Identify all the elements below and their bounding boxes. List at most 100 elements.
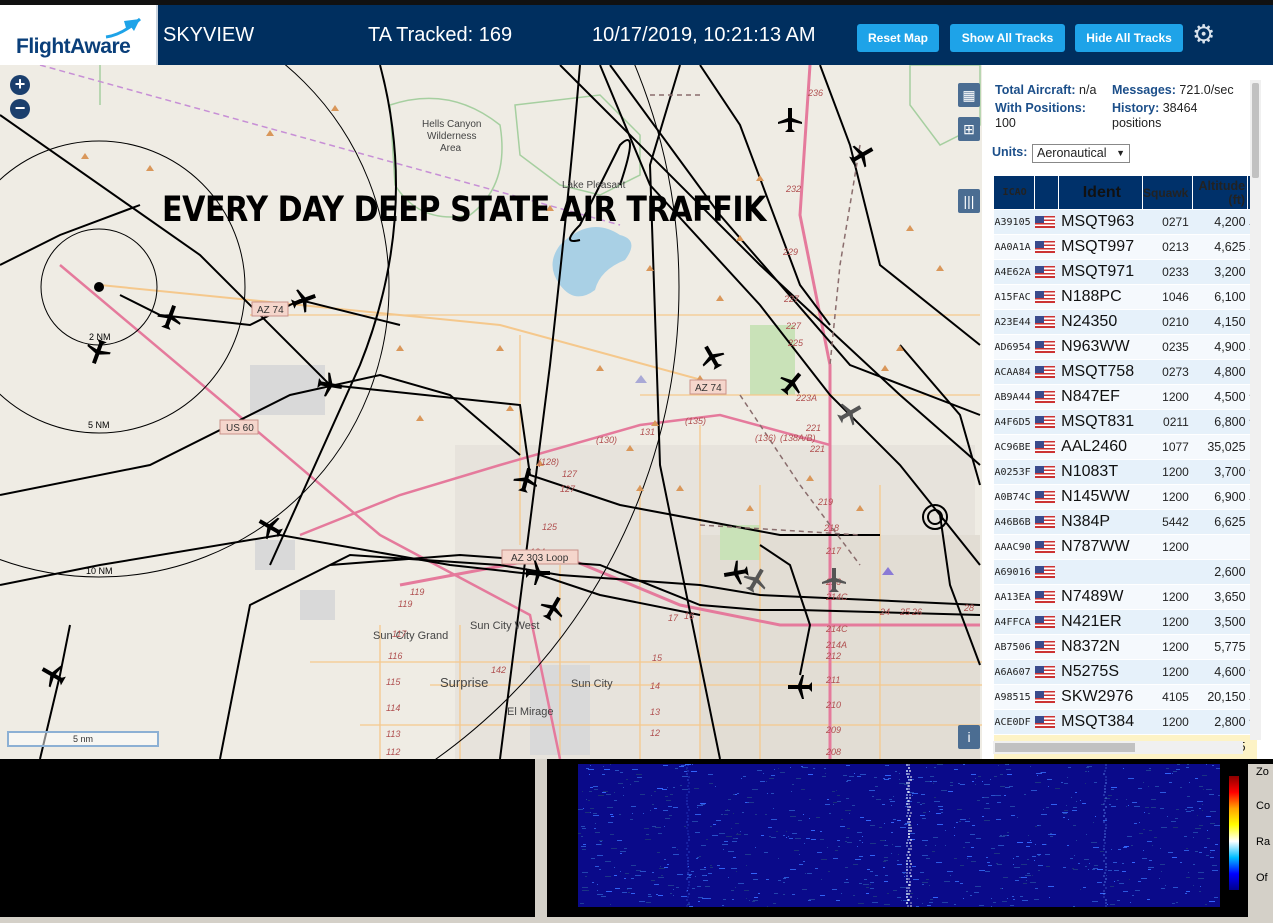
map-layers-icon[interactable]: ▦ — [958, 83, 980, 107]
squawk-cell: 1200 — [1142, 584, 1193, 610]
ident-cell: MSQT831 — [1058, 409, 1143, 435]
altitude-cell: 4,800 — [1192, 359, 1248, 385]
col-squawk[interactable]: Squawk — [1141, 175, 1194, 210]
svg-text:214C: 214C — [825, 624, 848, 634]
altitude-cell: 6,625 — [1192, 509, 1248, 535]
range-control-label[interactable]: Ra — [1256, 836, 1270, 848]
flag-cell — [1034, 234, 1059, 260]
ident-cell: N384P — [1058, 509, 1143, 535]
svg-text:(136): (136) — [755, 433, 776, 443]
ident-cell: MSQT384 — [1058, 709, 1143, 735]
waterfall-canvas — [578, 764, 1220, 907]
map-grid-icon[interactable]: ⊞ — [958, 117, 980, 141]
altitude-cell: 6,900 — [1192, 484, 1248, 510]
hide-all-tracks-button[interactable]: Hide All Tracks — [1075, 24, 1183, 52]
us-flag-icon — [1034, 565, 1055, 578]
table-row[interactable]: AB7506 N8372N 1200 5,775 — [993, 634, 1257, 660]
altitude-cell: 4,500 — [1192, 384, 1248, 410]
col-icao[interactable]: ICAO — [993, 175, 1036, 210]
flightaware-logo[interactable]: FlightAware — [0, 5, 158, 65]
sidebar-scrollbar[interactable] — [1250, 80, 1261, 740]
show-all-tracks-button[interactable]: Show All Tracks — [950, 24, 1065, 52]
header-bar: FlightAware SKYVIEW TA Tracked: 169 10/1… — [0, 0, 1273, 65]
gear-icon[interactable]: ⚙ — [1192, 20, 1218, 48]
table-row[interactable]: A46B6B N384P 5442 6,625 — [993, 509, 1257, 535]
col-ident[interactable]: Ident — [1057, 175, 1143, 210]
ident-cell: N847EF — [1058, 384, 1143, 410]
altitude-cell: 5,775 — [1192, 634, 1248, 660]
us-flag-icon — [1034, 665, 1055, 678]
table-row[interactable]: A23E44 N24350 0210 4,150 — [993, 309, 1257, 335]
table-row[interactable]: AD6954N963WW02354,900▲ — [993, 334, 1257, 360]
col-flag[interactable] — [1034, 175, 1059, 210]
table-row[interactable]: A4F6D5MSQT83102116,800▼ — [993, 409, 1257, 435]
us-flag-icon — [1034, 365, 1055, 378]
table-row[interactable]: A0B74CN145WW12006,900▲ — [993, 484, 1257, 510]
us-flag-icon — [1034, 240, 1055, 253]
panel-divider[interactable] — [535, 759, 547, 917]
logo-text: FlightAware — [16, 35, 131, 58]
table-row[interactable]: A4FFCA N421ER 1200 3,500 — [993, 609, 1257, 635]
svg-text:13: 13 — [650, 707, 660, 717]
svg-text:114: 114 — [386, 703, 400, 713]
ident-cell: SKW2976 — [1058, 684, 1143, 710]
sidebar-scrollbar-thumb[interactable] — [1252, 83, 1259, 178]
icao-cell: A15FAC — [993, 284, 1035, 310]
flag-cell — [1034, 434, 1059, 460]
table-row[interactable]: AC96BE AAL2460 1077 35,025 — [993, 434, 1257, 460]
table-row[interactable]: ACAA84 MSQT758 0273 4,800 — [993, 359, 1257, 385]
units-select[interactable]: Aeronautical ▼ — [1032, 144, 1130, 163]
altitude-cell: 20,150 — [1192, 684, 1248, 710]
us-flag-icon — [1034, 540, 1055, 553]
squawk-cell — [1142, 559, 1193, 585]
table-row[interactable]: AAAC90 N787WW 1200 — [993, 534, 1257, 560]
table-row[interactable]: A15FAC N188PC 1046 6,100 — [993, 284, 1257, 310]
map-view[interactable]: Hells Canyon Wilderness Area Lake Pleasant… — [0, 65, 982, 759]
svg-text:210: 210 — [825, 700, 841, 710]
zoom-control-label[interactable]: Zo — [1256, 766, 1269, 778]
columns-toggle-icon[interactable]: ||| — [958, 189, 980, 213]
table-row[interactable]: A69016 2,600 — [993, 559, 1257, 585]
aircraft-table-wrap: ICAO Ident Squawk Altitude (ft) A39105 MS… — [993, 175, 1257, 759]
zoom-in-button[interactable]: + — [10, 75, 30, 95]
squawk-cell: 1077 — [1142, 434, 1193, 460]
altitude-cell: 3,200 — [1192, 259, 1248, 285]
svg-text:232: 232 — [785, 184, 801, 194]
table-row[interactable]: A0253FN1083T12003,700▼ — [993, 459, 1257, 485]
reset-map-button[interactable]: Reset Map — [857, 24, 939, 52]
table-row[interactable]: A4E62A MSQT971 0233 3,200 — [993, 259, 1257, 285]
flag-cell — [1034, 659, 1059, 685]
svg-text:Surprise: Surprise — [440, 675, 488, 690]
table-row[interactable]: ACE0DFMSQT38412002,800▼ — [993, 709, 1257, 735]
col-altitude[interactable]: Altitude (ft) — [1192, 175, 1249, 210]
us-flag-icon — [1034, 265, 1055, 278]
info-icon[interactable]: i — [958, 725, 980, 749]
zoom-out-button[interactable]: − — [10, 99, 30, 119]
table-row[interactable]: A98515SKW2976410520,150▲ — [993, 684, 1257, 710]
svg-text:119: 119 — [398, 599, 412, 609]
table-row[interactable]: AA13EA N7489W 1200 3,650 — [993, 584, 1257, 610]
us-flag-icon — [1034, 690, 1055, 703]
altitude-cell: 35,025 — [1192, 434, 1248, 460]
icao-cell: A4FFCA — [993, 609, 1035, 635]
app-title: SKYVIEW — [163, 24, 255, 46]
waterfall-display[interactable] — [578, 764, 1220, 907]
altitude-cell: 6,100 — [1192, 284, 1248, 310]
us-flag-icon — [1034, 715, 1055, 728]
icao-cell: AB9A44 — [993, 384, 1035, 410]
offset-control-label[interactable]: Of — [1256, 872, 1268, 884]
table-hscrollbar-thumb[interactable] — [995, 743, 1135, 752]
table-row[interactable]: AB9A44N847EF12004,500▼ — [993, 384, 1257, 410]
ident-cell — [1058, 559, 1143, 585]
table-row[interactable]: A39105MSQT96302714,200▲ — [993, 209, 1257, 235]
us-flag-icon — [1034, 390, 1055, 403]
table-header-row: ICAO Ident Squawk Altitude (ft) — [993, 175, 1257, 210]
svg-text:119: 119 — [410, 587, 424, 597]
contrast-control-label[interactable]: Co — [1256, 800, 1270, 812]
total-aircraft-value: n/a — [1079, 83, 1097, 97]
svg-text:223A: 223A — [795, 393, 817, 403]
table-row[interactable]: AA0A1AMSQT99702134,625▲ — [993, 234, 1257, 260]
ident-cell: N5275S — [1058, 659, 1143, 685]
svg-text:221: 221 — [809, 444, 825, 454]
table-row[interactable]: A6A607N5275S12004,600▼ — [993, 659, 1257, 685]
